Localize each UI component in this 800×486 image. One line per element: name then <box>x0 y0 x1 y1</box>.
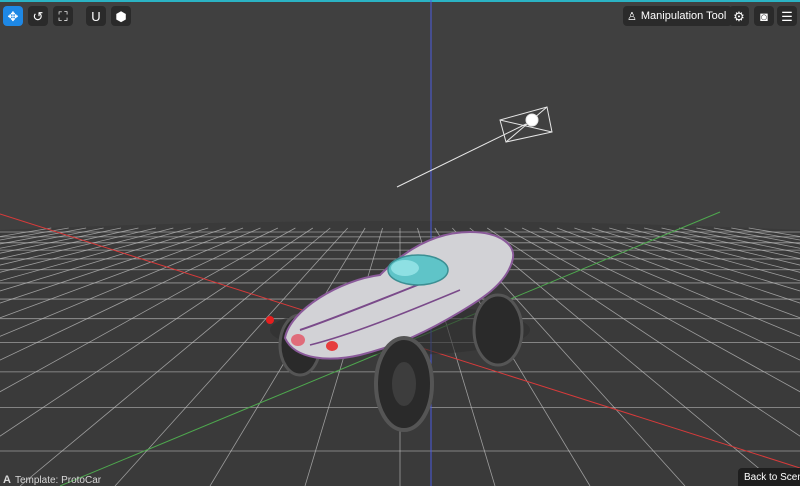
camera-icon: ◙ <box>760 8 768 24</box>
back-to-scene-button[interactable]: Back to Scene <box>738 468 800 486</box>
undo-icon: ↺ <box>32 8 44 24</box>
undo-button[interactable]: ↺ <box>28 6 48 26</box>
manipulation-tool-label[interactable]: ♙ Manipulation Tool <box>623 6 733 26</box>
object-cube-button[interactable]: ⬢ <box>111 6 131 26</box>
expand-corners-icon: ⛶ <box>58 8 68 24</box>
pivot-marker[interactable] <box>266 316 274 324</box>
3d-viewport[interactable] <box>0 0 800 486</box>
settings-gears-button[interactable]: ⚙ <box>729 6 749 26</box>
cube-icon: ⬢ <box>115 8 127 24</box>
letter-a-icon: A <box>3 474 11 486</box>
light-gizmo[interactable] <box>396 106 553 188</box>
move-arrows-icon: ✥ <box>7 8 19 24</box>
fit-view-button[interactable]: ⛶ <box>53 6 73 26</box>
template-name: Template: ProtoCar <box>14 474 102 486</box>
manipulation-joystick-icon: ♙ <box>627 10 637 23</box>
snap-magnet-button[interactable]: U <box>86 6 106 26</box>
magnet-icon: U <box>91 8 101 24</box>
screenshot-camera-button[interactable]: ◙ <box>754 6 774 26</box>
options-sliders-button[interactable]: ☰ <box>777 6 797 26</box>
manipulation-tool-text: Manipulation Tool <box>640 10 727 22</box>
gears-icon: ⚙ <box>733 8 745 24</box>
move-tool-button[interactable]: ✥ <box>3 6 23 26</box>
template-info: A Template: ProtoCar <box>3 474 101 486</box>
sliders-icon: ☰ <box>781 8 793 24</box>
